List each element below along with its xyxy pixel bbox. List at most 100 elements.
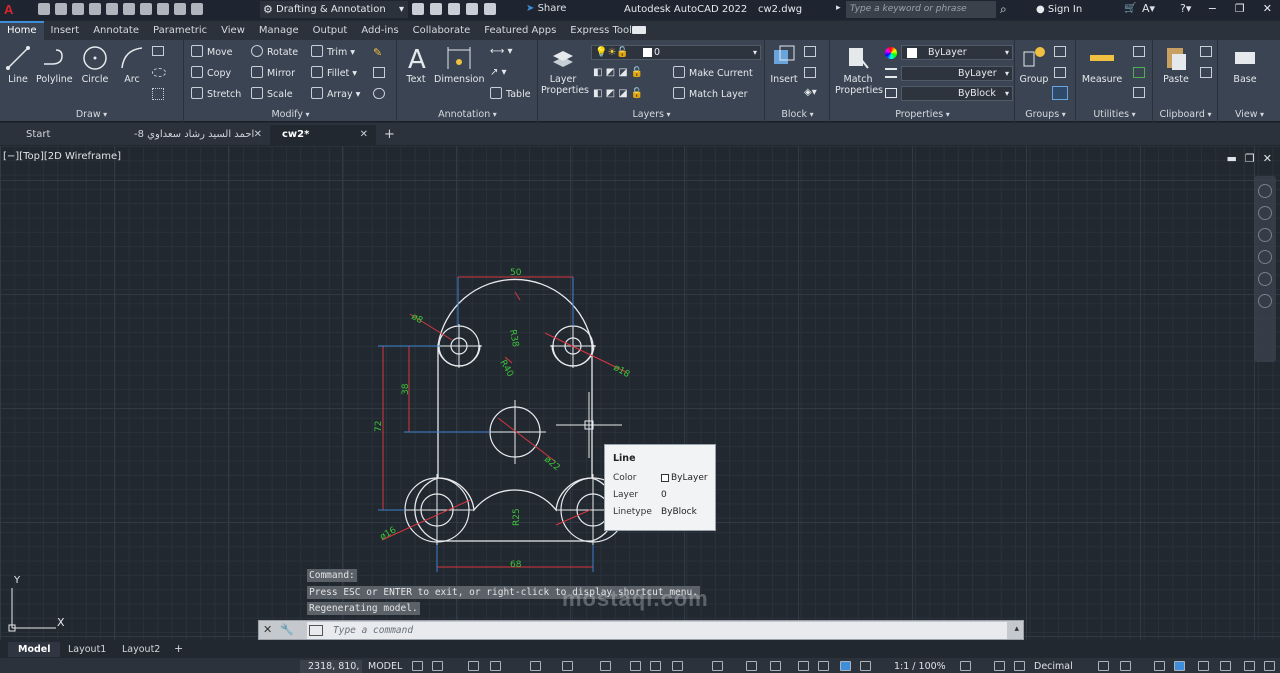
hatch-icon[interactable]	[152, 68, 166, 77]
search-input[interactable]: Type a keyword or phrase	[846, 1, 996, 18]
cart-icon[interactable]: 🛒	[1124, 3, 1136, 14]
auto-scale-icon[interactable]	[860, 661, 871, 671]
customize-icon[interactable]: 🔧	[280, 623, 294, 636]
save-as-icon[interactable]	[72, 3, 84, 15]
chevron-right-icon[interactable]: ▸	[836, 3, 841, 13]
group-selection-icon[interactable]	[1052, 86, 1068, 100]
annotation-panel-title[interactable]: Annotation	[398, 109, 537, 120]
trim-button[interactable]: Trim ▾	[311, 45, 355, 61]
line-button[interactable]: Line	[4, 44, 32, 85]
plus-icon[interactable]	[1014, 661, 1025, 671]
search-icon[interactable]: ⌕	[1000, 2, 1007, 17]
share-view-icon[interactable]	[430, 3, 442, 15]
select-all-icon[interactable]	[1133, 67, 1145, 78]
add-layout-icon[interactable]: +	[174, 642, 183, 655]
insert-button[interactable]: Insert	[768, 44, 800, 85]
ribbon-tab-add-ins[interactable]: Add-ins	[354, 21, 405, 40]
scale-button[interactable]: Scale	[251, 87, 293, 103]
doc-tab-arabic[interactable]: احمد السيد رشاد سعداوي 8- ✕	[122, 125, 270, 145]
transparency-icon[interactable]	[650, 661, 661, 671]
polar-icon[interactable]	[490, 661, 501, 671]
lineweight-toggle-icon[interactable]	[630, 661, 641, 671]
calculator-icon[interactable]	[1133, 87, 1145, 98]
plot-icon[interactable]	[123, 3, 135, 15]
redo2-icon[interactable]	[484, 3, 496, 15]
copy-clip-icon[interactable]	[1200, 67, 1212, 78]
isolate-objects-icon[interactable]	[1154, 661, 1165, 671]
ribbon-tab-output[interactable]: Output	[306, 21, 355, 40]
block-panel-title[interactable]: Block	[766, 109, 829, 120]
gradient-icon[interactable]	[152, 88, 164, 100]
erase-icon[interactable]: ✎	[373, 46, 382, 59]
layout-tab-model[interactable]: Model	[8, 642, 61, 657]
linetype-dropdown[interactable]: ByLayer	[901, 66, 1013, 81]
layout-tab-layout2[interactable]: Layout2	[112, 642, 170, 657]
ribbon-options-icon[interactable]	[632, 26, 646, 34]
group-edit-icon[interactable]	[1054, 67, 1066, 78]
ribbon-tab-view[interactable]: View	[214, 21, 252, 40]
measure-button[interactable]: Measure	[1081, 44, 1123, 85]
annotation-scale-dropdown[interactable]: 1:1 / 100%	[894, 660, 946, 673]
app-logo[interactable]: A	[4, 2, 13, 17]
workspace-doc-icon[interactable]	[174, 3, 186, 15]
ribbon-tab-featured-apps[interactable]: Featured Apps	[477, 21, 563, 40]
close-command-line-icon[interactable]: ✕	[263, 623, 272, 636]
help-icon[interactable]: ?▾	[1180, 2, 1191, 15]
publish-icon[interactable]	[412, 3, 424, 15]
doc-tab-start[interactable]: Start	[14, 125, 120, 145]
workspace-dropdown[interactable]: Drafting & Annotation	[260, 1, 408, 18]
cloud-open-icon[interactable]	[106, 3, 118, 15]
rotate-button[interactable]: Rotate	[251, 45, 298, 61]
ribbon-tab-home[interactable]: Home	[0, 21, 44, 40]
annotation-visibility-icon[interactable]	[818, 661, 829, 671]
fillet-button[interactable]: Fillet ▾	[311, 66, 357, 82]
match-layer-button[interactable]: Match Layer	[673, 87, 748, 103]
annotation-monitor-icon[interactable]	[994, 661, 1005, 671]
selection-cycling-icon[interactable]	[672, 661, 683, 671]
redo-icon[interactable]	[157, 3, 169, 15]
close-tab-icon[interactable]: ✕	[254, 125, 262, 145]
modify-panel-title[interactable]: Modify	[185, 109, 396, 120]
base-button[interactable]: Base	[1225, 44, 1265, 85]
ribbon-tab-parametric[interactable]: Parametric	[146, 21, 214, 40]
doc-tab-cw2[interactable]: cw2* ✕	[270, 125, 376, 145]
gizmo-icon[interactable]	[798, 661, 809, 671]
layer-properties-button[interactable]: Layer Properties	[541, 44, 589, 96]
annotation-scale-icon[interactable]	[840, 661, 851, 671]
object-snap-tracking-icon[interactable]	[562, 661, 573, 671]
object-snap-icon[interactable]	[600, 661, 611, 671]
clean-screen-icon[interactable]	[1198, 661, 1209, 671]
circle-button[interactable]: Circle	[80, 44, 110, 85]
ortho-icon[interactable]	[468, 661, 479, 671]
match-properties-button[interactable]: Match Properties	[835, 44, 883, 96]
view-panel-title[interactable]: View	[1219, 109, 1280, 120]
fullscreen-icon[interactable]	[1244, 661, 1255, 671]
units-dropdown[interactable]: Decimal	[1034, 660, 1073, 673]
dynamic-ucs-icon[interactable]	[746, 661, 757, 671]
utilities-panel-title[interactable]: Utilities	[1077, 109, 1152, 120]
model-space-toggle[interactable]: MODEL	[368, 660, 402, 673]
grid-toggle-icon[interactable]	[412, 661, 423, 671]
draw-panel-title[interactable]: Draw	[0, 109, 183, 120]
make-current-button[interactable]: Make Current	[673, 66, 753, 82]
table-button[interactable]: Table	[490, 87, 531, 103]
groups-panel-title[interactable]: Groups	[1016, 109, 1075, 120]
layer-icon[interactable]	[191, 3, 203, 15]
hardware-acceleration-icon[interactable]	[1174, 661, 1185, 671]
close-tab-icon[interactable]: ✕	[360, 125, 368, 145]
teapot-icon[interactable]	[448, 3, 460, 15]
quick-select-icon[interactable]	[1133, 46, 1145, 57]
customization-icon[interactable]	[1264, 661, 1275, 671]
lineweight-dropdown[interactable]: ByBlock	[901, 86, 1013, 101]
layer-tools-row1-icon[interactable]: ◧ ◩ ◪ 🔓	[593, 67, 643, 78]
undo-icon[interactable]	[140, 3, 152, 15]
new-tab-icon[interactable]: +	[384, 127, 395, 142]
graphics-performance-icon[interactable]	[1220, 661, 1231, 671]
quick-properties-icon[interactable]	[1098, 661, 1109, 671]
move-button[interactable]: Move	[191, 45, 232, 61]
explode-icon[interactable]	[373, 88, 385, 99]
group-button[interactable]: Group	[1018, 44, 1050, 85]
dimension-button[interactable]: Dimension	[434, 44, 485, 85]
selection-filter-icon[interactable]	[770, 661, 781, 671]
restore-icon[interactable]: ❐	[1235, 2, 1245, 15]
